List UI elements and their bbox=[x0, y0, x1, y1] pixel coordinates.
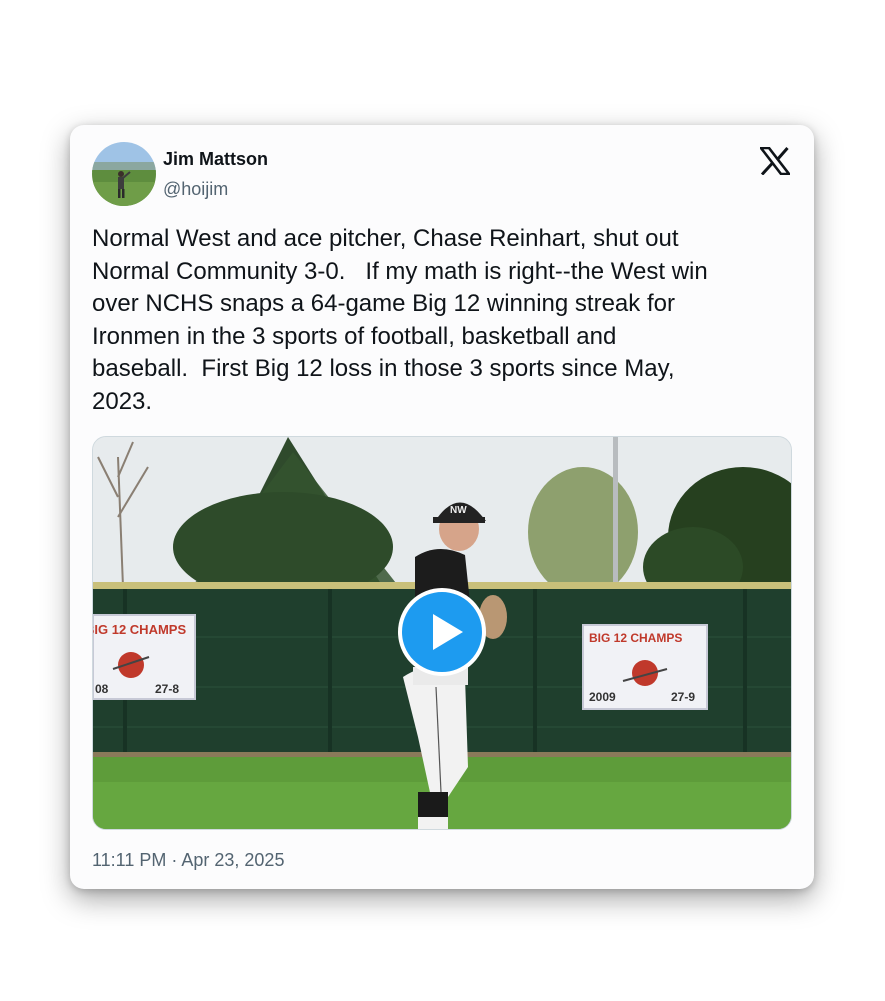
banner-left-year: 08 bbox=[95, 682, 109, 696]
author-handle[interactable]: @hoijim bbox=[163, 177, 268, 201]
author-info: Jim Mattson @hoijim bbox=[163, 147, 268, 201]
banner-right-record: 27-9 bbox=[671, 690, 695, 704]
play-icon bbox=[433, 614, 463, 650]
author-name[interactable]: Jim Mattson bbox=[163, 147, 268, 171]
banner-left-record: 27-8 bbox=[155, 682, 179, 696]
cap-logo: NW bbox=[450, 505, 467, 516]
tweet-card: Jim Mattson @hoijim Normal West and ace … bbox=[70, 125, 814, 889]
author-avatar[interactable] bbox=[92, 142, 156, 206]
tweet-timestamp[interactable]: 11:11 PM · Apr 23, 2025 bbox=[92, 848, 284, 872]
banner-right-title: BIG 12 CHAMPS bbox=[589, 631, 682, 645]
play-button[interactable] bbox=[398, 588, 486, 676]
banner-right: BIG 12 CHAMPS 2009 27-9 bbox=[582, 624, 708, 710]
banner-left-title: BIG 12 CHAMPS bbox=[93, 622, 186, 637]
avatar-image bbox=[92, 142, 156, 206]
x-logo-icon[interactable] bbox=[758, 146, 792, 176]
tweet-video[interactable]: BIG 12 CHAMPS 08 27-8 BIG 12 CHAMPS 2009… bbox=[92, 436, 792, 830]
banner-left: BIG 12 CHAMPS 08 27-8 bbox=[93, 614, 196, 700]
tweet-text: Normal West and ace pitcher, Chase Reinh… bbox=[92, 225, 708, 415]
banner-right-year: 2009 bbox=[589, 690, 616, 704]
